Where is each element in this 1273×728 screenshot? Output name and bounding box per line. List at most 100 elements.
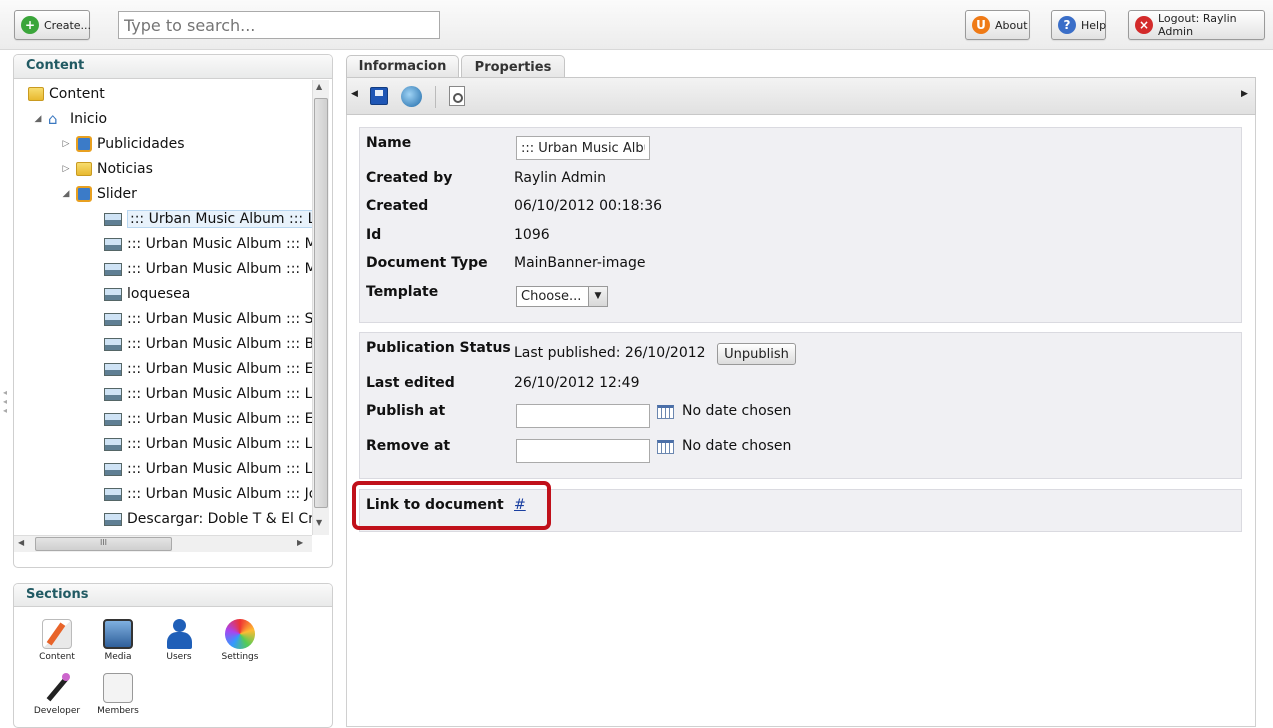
last-published-text: Last published: 26/10/2012	[514, 345, 706, 361]
id-card-icon	[103, 673, 133, 703]
preview-icon[interactable]	[449, 86, 465, 106]
tree-node-slider[interactable]: ◢ Slider	[61, 183, 137, 205]
tree-node-label: ::: Urban Music Album ::: El F	[127, 361, 312, 377]
content-tree: Content ◢ ⌂ Inicio ▷ Publicidades ▷ Noti…	[14, 80, 312, 535]
image-icon	[104, 312, 122, 326]
section-label: Settings	[221, 652, 259, 662]
scroll-left-icon[interactable]: ◀	[18, 538, 24, 547]
tree-node-inicio[interactable]: ◢ ⌂ Inicio	[33, 108, 108, 130]
about-label: About	[995, 18, 1028, 32]
section-media[interactable]: Media	[88, 619, 148, 662]
scroll-down-icon[interactable]: ▼	[316, 518, 322, 527]
tree-node-image[interactable]: ::: Urban Music Album ::: La I	[104, 433, 312, 455]
tree-node-image[interactable]: ::: Urban Music Album ::: Lap	[104, 208, 312, 230]
tree-node-label: ::: Urban Music Album ::: La I	[127, 436, 312, 452]
section-developer[interactable]: Developer	[27, 673, 87, 716]
tree-node-image[interactable]: loquesea	[104, 283, 190, 305]
image-icon	[104, 437, 122, 451]
scroll-right-icon[interactable]: ▶	[297, 538, 303, 547]
help-button[interactable]: ? Help	[1051, 10, 1106, 40]
section-label: Members	[97, 706, 139, 716]
name-input[interactable]	[516, 136, 650, 160]
tree-node-image[interactable]: Descargar: Doble T & El Cro	[104, 508, 312, 530]
remove-at-note: No date chosen	[682, 438, 792, 454]
folder-icon	[76, 162, 92, 176]
tree-node-image[interactable]: ::: Urban Music Album ::: Los	[104, 458, 312, 480]
chevron-down-icon[interactable]: ▼	[588, 287, 607, 306]
image-icon	[104, 262, 122, 276]
search-input[interactable]	[118, 11, 440, 39]
section-label: Developer	[33, 706, 81, 716]
tree-node-image[interactable]: ::: Urban Music Album ::: Jou	[104, 483, 312, 505]
image-icon	[104, 237, 122, 251]
sections-panel: Sections Content Media Users Settings De…	[13, 583, 333, 728]
tree-node-label: Publicidades	[97, 136, 185, 152]
section-label: Content	[39, 652, 75, 662]
tree-horizontal-scrollbar[interactable]: ◀ III ▶	[14, 535, 312, 552]
sections-panel-title: Sections	[14, 584, 332, 607]
scroll-grip: III	[99, 538, 108, 547]
logout-button[interactable]: × Logout: Raylin Admin	[1128, 10, 1265, 40]
tree-node-label: ::: Urban Music Album ::: Los	[127, 461, 312, 477]
unpublish-button[interactable]: Unpublish	[717, 343, 796, 365]
image-icon	[104, 487, 122, 501]
toolbar-divider	[435, 86, 436, 108]
last-edited-value: 26/10/2012 12:49	[514, 375, 640, 391]
close-icon: ×	[1135, 16, 1153, 34]
tree-node-image[interactable]: ::: Urban Music Album ::: Mor	[104, 233, 312, 255]
tree-node-noticias[interactable]: ▷ Noticias	[61, 158, 153, 180]
horizontal-scroll-thumb[interactable]: III	[35, 537, 172, 551]
tab-informacion[interactable]: Informacion	[346, 55, 459, 77]
section-members[interactable]: Members	[88, 673, 148, 716]
color-wheel-icon	[225, 619, 255, 649]
tree-node-label: ::: Urban Music Album ::: Lap	[127, 210, 312, 228]
tree-node-image[interactable]: ::: Urban Music Album ::: Los	[104, 383, 312, 405]
toolbar-left-arrow-icon[interactable]: ◀	[351, 89, 358, 99]
image-icon	[104, 362, 122, 376]
tree-node-image[interactable]: ::: Urban Music Album ::: El F	[104, 408, 312, 430]
publish-at-input[interactable]	[516, 404, 650, 428]
tree-node-image[interactable]: ::: Urban Music Album ::: Sec	[104, 308, 312, 330]
collapsed-arrow-icon[interactable]: ▷	[61, 164, 71, 174]
create-button[interactable]: + Create...	[14, 10, 92, 40]
section-settings[interactable]: Settings	[210, 619, 270, 662]
splitter-handle-icon[interactable]: ◂ ◂ ◂	[3, 388, 7, 415]
expanded-arrow-icon[interactable]: ◢	[33, 114, 43, 124]
top-toolbar: + Create... U About ? Help × Logout: Ray…	[0, 0, 1273, 50]
toolbar-right-arrow-icon[interactable]: ▶	[1241, 89, 1248, 99]
help-icon: ?	[1058, 16, 1076, 34]
calendar-icon[interactable]	[657, 405, 674, 419]
scroll-up-icon[interactable]: ▲	[316, 82, 322, 91]
link-to-document-link[interactable]: #	[514, 497, 526, 513]
section-content[interactable]: Content	[27, 619, 87, 662]
about-button[interactable]: U About	[965, 10, 1030, 40]
vertical-scroll-thumb[interactable]	[314, 98, 328, 508]
tab-properties[interactable]: Properties	[461, 55, 565, 78]
collapsed-arrow-icon[interactable]: ▷	[61, 139, 71, 149]
calendar-icon[interactable]	[657, 440, 674, 454]
tree-node-label: ::: Urban Music Album ::: Milk	[127, 261, 312, 277]
tree-node-content[interactable]: Content	[28, 83, 105, 105]
section-users[interactable]: Users	[149, 619, 209, 662]
tree-node-image[interactable]: ::: Urban Music Album ::: El F	[104, 358, 312, 380]
expanded-arrow-icon[interactable]: ◢	[61, 189, 71, 199]
tree-vertical-scrollbar[interactable]: ▲ ▼	[312, 80, 329, 535]
image-icon	[104, 412, 122, 426]
pencil-paper-icon	[42, 619, 72, 649]
tree-node-publicidades[interactable]: ▷ Publicidades	[61, 133, 185, 155]
created-value: 06/10/2012 00:18:36	[514, 198, 663, 214]
tree-node-label: Inicio	[70, 111, 108, 127]
tree-node-image[interactable]: ::: Urban Music Album ::: Bla	[104, 333, 312, 355]
properties-box	[359, 127, 1242, 323]
tree-node-image[interactable]: ::: Urban Music Album ::: Milk	[104, 258, 312, 280]
tab-label: Properties	[474, 59, 552, 75]
created-label: Created	[366, 198, 429, 214]
publish-at-note: No date chosen	[682, 403, 792, 419]
template-select[interactable]: Choose... ▼	[516, 286, 608, 307]
remove-at-input[interactable]	[516, 439, 650, 463]
save-icon[interactable]	[370, 87, 388, 105]
save-and-publish-icon[interactable]	[401, 86, 422, 107]
section-label: Users	[166, 652, 192, 662]
create-label: Create...	[44, 18, 92, 32]
image-icon	[104, 512, 122, 526]
